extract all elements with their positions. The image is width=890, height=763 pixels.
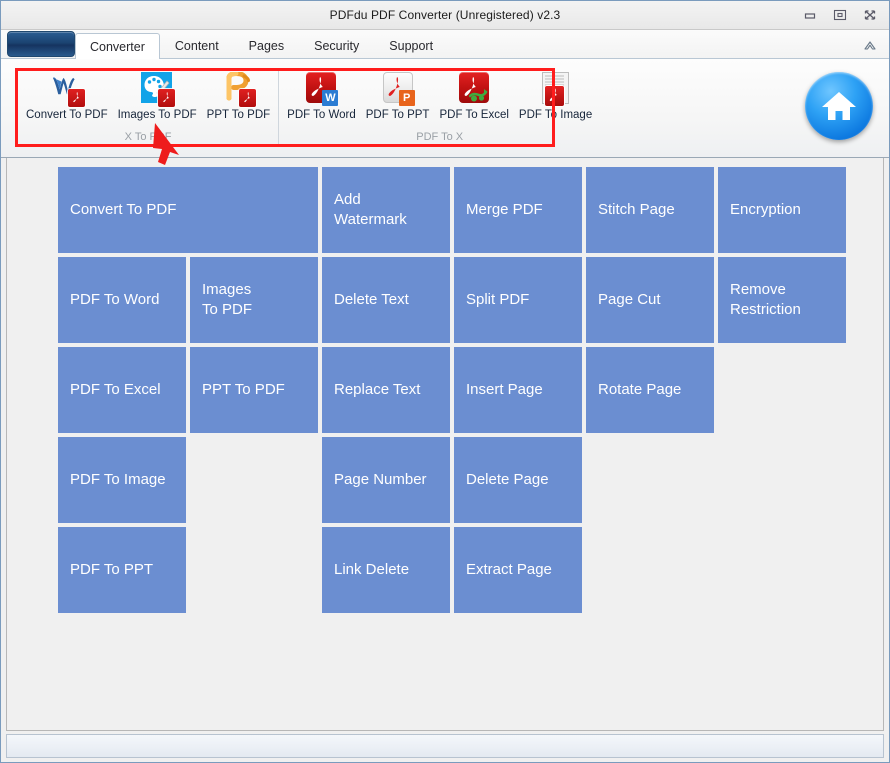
tile-replace-text[interactable]: Replace Text: [320, 345, 452, 435]
status-bar: [6, 734, 884, 758]
tile-rotate-page[interactable]: Rotate Page: [584, 345, 716, 435]
ribbon-button-pdf-to-word[interactable]: W PDF To Word: [282, 71, 361, 122]
ribbon-group-x-to-pdf: Convert To PDF: [18, 71, 278, 144]
tile-encryption[interactable]: Encryption: [716, 165, 848, 255]
tile-link-delete[interactable]: Link Delete: [320, 525, 452, 615]
pdf-to-image-icon: [539, 72, 573, 106]
ribbon-group-pdf-to-x: W PDF To Word P PDF To PPT: [278, 71, 600, 144]
ribbon-group-items: W PDF To Word P PDF To PPT: [279, 71, 600, 122]
tab-converter[interactable]: Converter: [75, 33, 160, 59]
tile-insert-page[interactable]: Insert Page: [452, 345, 584, 435]
tile-pdf-to-excel[interactable]: PDF To Excel: [56, 345, 188, 435]
ppt-to-pdf-icon: [221, 72, 255, 106]
tile-remove-restriction[interactable]: Remove Restriction: [716, 255, 848, 345]
ribbon-button-label: PDF To Excel: [439, 108, 508, 122]
word-to-pdf-icon: [50, 72, 84, 106]
ribbon-button-label: PDF To Image: [519, 108, 592, 122]
tile-ppt-to-pdf[interactable]: PPT To PDF: [188, 345, 320, 435]
tile-page-number[interactable]: Page Number: [320, 435, 452, 525]
ppt-badge-icon: P: [399, 90, 415, 106]
tile-placeholder: [584, 435, 716, 525]
tile-page-cut[interactable]: Page Cut: [584, 255, 716, 345]
ribbon-button-pdf-to-excel[interactable]: PDF To Excel: [434, 71, 513, 122]
tile-convert-to-pdf[interactable]: Convert To PDF: [56, 165, 320, 255]
ribbon-button-ppt-to-pdf[interactable]: PPT To PDF: [202, 71, 276, 122]
tile-delete-text[interactable]: Delete Text: [320, 255, 452, 345]
ribbon-button-label: Convert To PDF: [26, 108, 108, 122]
tab-content[interactable]: Content: [160, 33, 234, 58]
window-controls: [795, 1, 885, 29]
home-icon: [820, 89, 858, 123]
home-button[interactable]: [805, 72, 873, 140]
pdf-to-excel-icon: [457, 72, 491, 106]
restore-button[interactable]: [825, 4, 855, 26]
word-badge-icon: W: [322, 90, 338, 106]
window-title: PDFdu PDF Converter (Unregistered) v2.3: [330, 8, 561, 22]
tile-pdf-to-image[interactable]: PDF To Image: [56, 435, 188, 525]
application-window: PDFdu PDF Converter (Unregistered) v2.3 …: [0, 0, 890, 763]
tile-pdf-to-ppt[interactable]: PDF To PPT: [56, 525, 188, 615]
ribbon-button-label: PPT To PDF: [207, 108, 271, 122]
tab-security[interactable]: Security: [299, 33, 374, 58]
tab-pages[interactable]: Pages: [234, 33, 299, 58]
pdf-to-ppt-icon: P: [381, 72, 415, 106]
ribbon-button-label: Images To PDF: [118, 108, 197, 122]
tile-pdf-to-word[interactable]: PDF To Word: [56, 255, 188, 345]
tile-add-watermark[interactable]: Add Watermark: [320, 165, 452, 255]
main-content-area: Convert To PDF Add Watermark Merge PDF S…: [6, 158, 884, 731]
pdf-badge-icon: [68, 89, 85, 107]
images-to-pdf-icon: [140, 72, 174, 106]
chevron-up-icon[interactable]: [861, 37, 879, 53]
tile-images-to-pdf[interactable]: Images To PDF: [188, 255, 320, 345]
tab-support[interactable]: Support: [374, 33, 448, 58]
tile-placeholder: [584, 525, 716, 615]
tab-bar: Converter Content Pages Security Support: [1, 30, 889, 59]
ribbon-button-label: PDF To Word: [287, 108, 356, 122]
title-bar: PDFdu PDF Converter (Unregistered) v2.3: [1, 1, 889, 30]
tile-placeholder: [716, 525, 848, 615]
ribbon-button-label: PDF To PPT: [366, 108, 430, 122]
ribbon-button-pdf-to-ppt[interactable]: P PDF To PPT: [361, 71, 435, 122]
tile-placeholder: [188, 525, 320, 615]
ribbon-button-convert-to-pdf[interactable]: Convert To PDF: [21, 71, 113, 122]
minimize-button[interactable]: [795, 4, 825, 26]
pdf-to-word-icon: W: [304, 72, 338, 106]
app-menu-button[interactable]: [7, 31, 75, 57]
ribbon-button-pdf-to-image[interactable]: PDF To Image: [514, 71, 597, 122]
tile-merge-pdf[interactable]: Merge PDF: [452, 165, 584, 255]
ribbon-toolbar: Convert To PDF: [1, 59, 889, 158]
tool-tile-grid: Convert To PDF Add Watermark Merge PDF S…: [56, 165, 848, 615]
ribbon-group-label-pdf-to-x: PDF To X: [279, 131, 600, 144]
close-button[interactable]: [855, 4, 885, 26]
tile-placeholder: [188, 435, 320, 525]
tile-stitch-page[interactable]: Stitch Page: [584, 165, 716, 255]
tile-split-pdf[interactable]: Split PDF: [452, 255, 584, 345]
ribbon-button-images-to-pdf[interactable]: Images To PDF: [113, 71, 202, 122]
ribbon-groups: Convert To PDF: [18, 71, 600, 144]
tile-delete-page[interactable]: Delete Page: [452, 435, 584, 525]
tile-placeholder: [716, 435, 848, 525]
pdf-badge-icon: [158, 89, 175, 107]
tile-placeholder: [716, 345, 848, 435]
ribbon-group-label-x-to-pdf: X To PDF: [18, 131, 278, 144]
ribbon-group-items: Convert To PDF: [18, 71, 278, 122]
pdf-badge-icon: [239, 89, 256, 107]
tile-extract-page[interactable]: Extract Page: [452, 525, 584, 615]
